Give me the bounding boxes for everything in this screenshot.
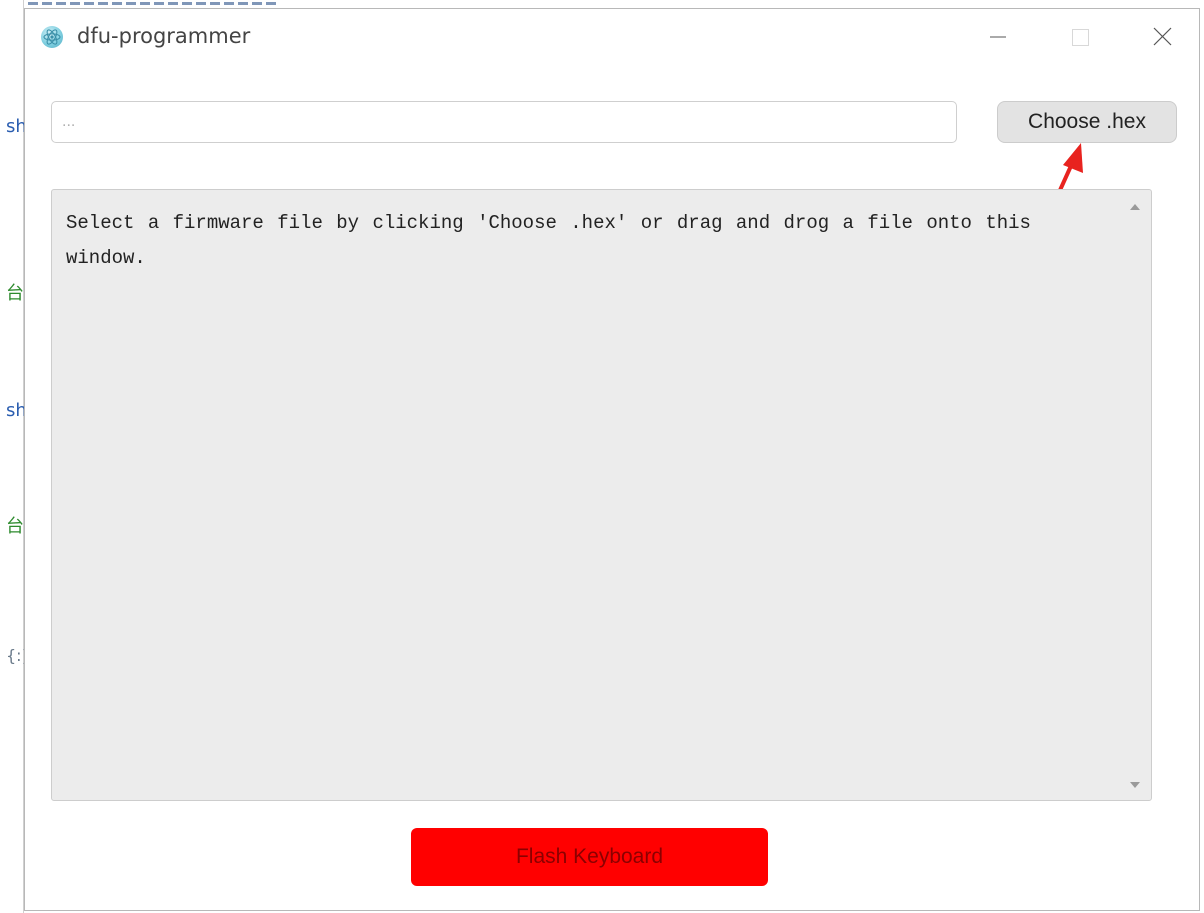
electron-atom-icon	[41, 26, 63, 48]
maximize-button[interactable]	[1058, 19, 1102, 55]
choose-hex-button[interactable]: Choose .hex	[997, 101, 1177, 143]
background-window-top-text	[0, 0, 300, 8]
minimize-icon	[990, 36, 1006, 38]
screenshot-stage: sh 台 sh 台 {:} dfu-programmer ... Choose …	[0, 0, 1204, 913]
window-title: dfu-programmer	[77, 24, 251, 48]
background-text-fragment: 台	[6, 516, 24, 537]
title-bar[interactable]: dfu-programmer	[25, 9, 1199, 65]
close-icon	[1153, 27, 1172, 46]
background-text-fragment: 台	[6, 283, 24, 304]
background-window: sh 台 sh 台 {:}	[0, 0, 32, 913]
close-button[interactable]	[1140, 19, 1184, 55]
hex-file-path-input[interactable]	[51, 101, 957, 143]
flash-keyboard-button[interactable]: Flash Keyboard	[411, 828, 768, 886]
maximize-icon	[1072, 29, 1089, 46]
log-message: Select a firmware file by clicking 'Choo…	[66, 212, 1031, 269]
minimize-button[interactable]	[976, 19, 1020, 55]
output-log[interactable]: Select a firmware file by clicking 'Choo…	[51, 189, 1152, 801]
scroll-up-arrow-icon[interactable]	[1129, 202, 1141, 212]
app-window: dfu-programmer Choose .hex	[24, 8, 1200, 911]
scroll-down-arrow-icon[interactable]	[1129, 780, 1141, 790]
